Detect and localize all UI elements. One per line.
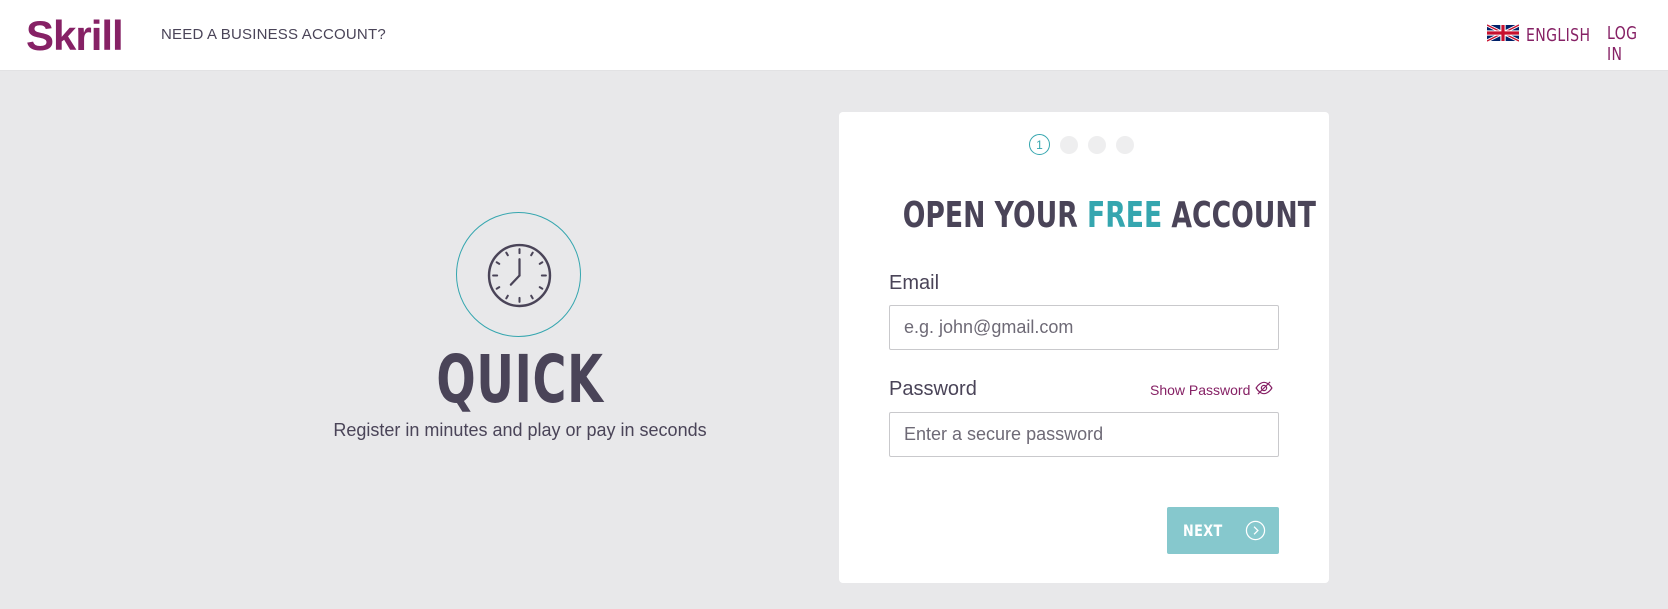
business-account-link[interactable]: NEED A BUSINESS ACCOUNT?: [161, 26, 386, 43]
language-label: ENGLISH: [1526, 24, 1591, 46]
login-link[interactable]: LOG IN: [1607, 23, 1655, 65]
top-navigation-bar: Skrill NEED A BUSINESS ACCOUNT? ENGLISH …: [0, 0, 1668, 71]
show-password-label: Show Password: [1150, 381, 1251, 398]
uk-flag-icon: [1486, 23, 1520, 47]
language-selector[interactable]: ENGLISH: [1486, 22, 1609, 48]
form-title-part2: ACCOUNT: [1162, 195, 1316, 236]
step-3: [1088, 135, 1106, 154]
feature-subtitle: Register in minutes and play or pay in s…: [333, 420, 707, 440]
password-label: Password: [889, 378, 977, 400]
next-button[interactable]: NEXT: [1167, 507, 1279, 554]
skrill-logo[interactable]: Skrill: [26, 10, 124, 62]
feature-icon-circle: [456, 212, 581, 337]
step-indicator: 1: [1029, 134, 1134, 155]
feature-title: QUICK: [436, 341, 604, 418]
form-title: OPEN YOUR FREE ACCOUNT: [902, 192, 1316, 240]
email-label: Email: [889, 272, 940, 294]
next-button-label: NEXT: [1183, 521, 1223, 540]
step-2: [1060, 135, 1078, 154]
show-password-toggle[interactable]: Show Password: [1150, 381, 1273, 398]
email-field[interactable]: [889, 305, 1279, 350]
eye-slash-icon: [1255, 381, 1273, 398]
step-4: [1116, 135, 1134, 154]
signup-form-card: 1 OPEN YOUR FREE ACCOUNT Email Password …: [839, 112, 1329, 583]
chevron-right-circle-icon: [1245, 520, 1266, 544]
form-title-accent: FREE: [1087, 195, 1163, 236]
step-1: 1: [1029, 134, 1050, 155]
password-field[interactable]: [889, 412, 1279, 457]
form-title-part1: OPEN YOUR: [902, 195, 1088, 236]
